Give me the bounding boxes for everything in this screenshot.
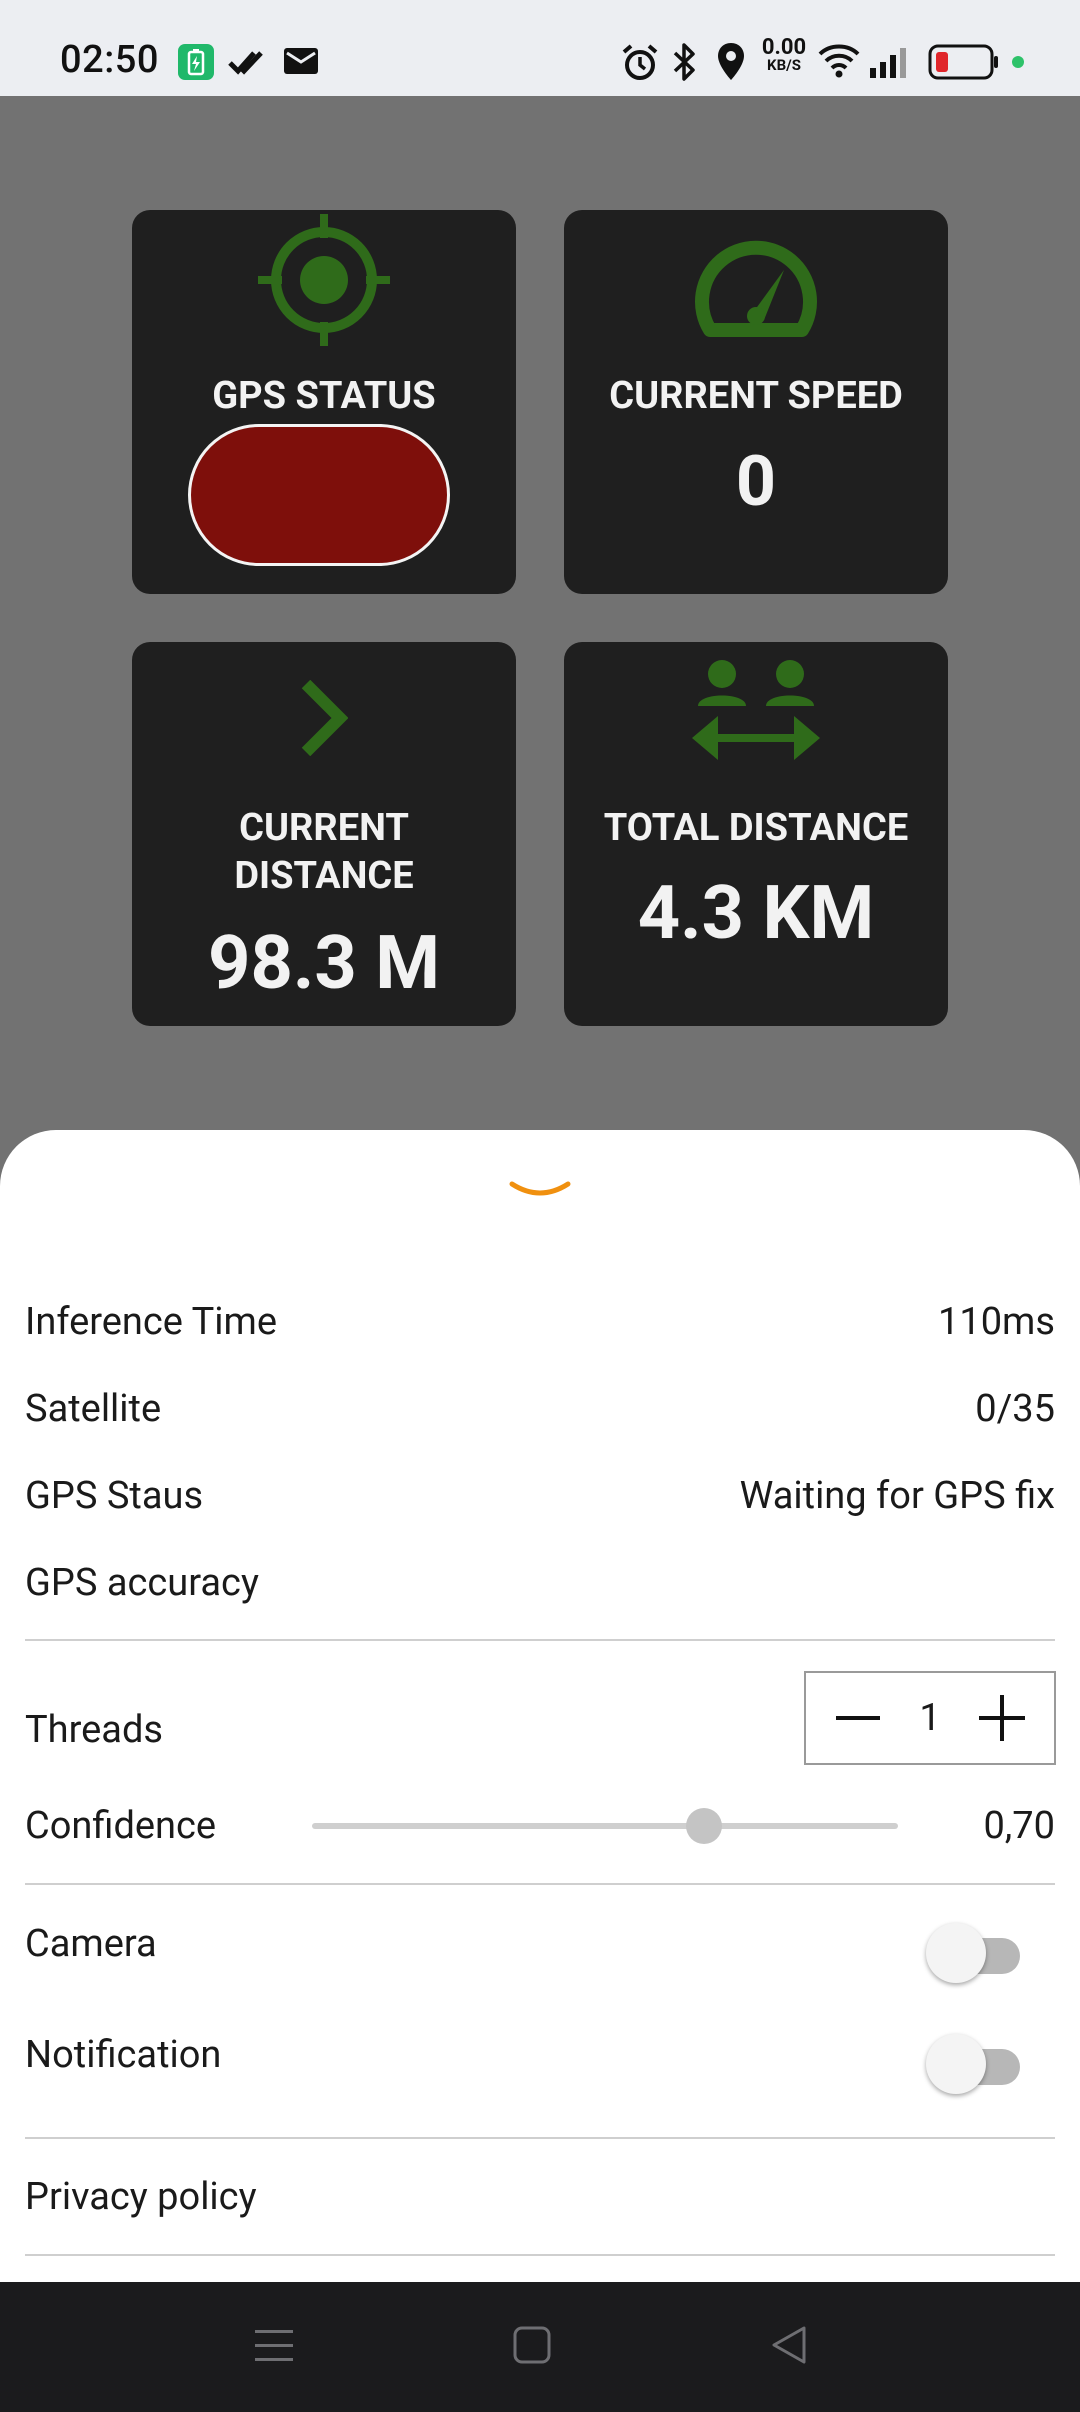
inference-time-label: Inference Time [25, 1300, 278, 1344]
current-distance-card: CURRENT DISTANCE 98.3 M [132, 642, 516, 1026]
settings-bottom-sheet: Inference Time 110ms Satellite 0/35 GPS … [0, 1130, 1080, 2282]
threads-stepper: 1 [804, 1671, 1056, 1765]
menu-icon[interactable] [255, 2326, 293, 2366]
battery-low-icon [928, 44, 998, 80]
threads-decrement-button[interactable] [830, 1690, 886, 1746]
status-time: 02:50 [60, 38, 159, 82]
home-icon[interactable] [513, 2325, 551, 2365]
current-speed-card: CURRENT SPEED 0 [564, 210, 948, 594]
network-speed-unit: KB/S [767, 56, 801, 74]
crosshair-icon [258, 214, 390, 346]
gps-status-card: GPS STATUS [132, 210, 516, 594]
plus-icon [978, 1695, 1025, 1741]
current-distance-title-line2: DISTANCE [234, 854, 414, 898]
divider [25, 2254, 1055, 2256]
total-distance-title: TOTAL DISTANCE [603, 806, 909, 850]
chevron-down-icon[interactable] [508, 1180, 572, 1206]
confidence-label: Confidence [25, 1804, 217, 1848]
network-speed: 0.00 KB/S [754, 37, 814, 74]
current-distance-value: 98.3 M [207, 920, 440, 1007]
wifi-icon [818, 44, 860, 78]
location-icon [718, 43, 744, 80]
confidence-slider-track[interactable] [312, 1823, 898, 1829]
inference-time-value: 110ms [937, 1300, 1055, 1344]
bluetooth-icon [673, 43, 695, 81]
divider [25, 1883, 1055, 1885]
divider [25, 2137, 1055, 2139]
gps-status-label: GPS Staus [25, 1474, 204, 1518]
notification-label: Notification [25, 2033, 222, 2077]
status-bar: 02:50 0.00 KB/S [0, 0, 1080, 96]
camera-row: Camera [25, 1920, 157, 1968]
inference-time-row: Inference Time 110ms [25, 1298, 1055, 1346]
alarm-icon [622, 44, 658, 80]
gps-status-row: GPS Staus Waiting for GPS fix [25, 1472, 1055, 1520]
total-distance-value: 4.3 KM [637, 870, 875, 957]
camera-toggle-knob [926, 1923, 986, 1983]
people-distance-icon [692, 660, 820, 760]
threads-label: Threads [25, 1708, 163, 1752]
divider [25, 1639, 1055, 1641]
privacy-policy-link[interactable]: Privacy policy [25, 2173, 257, 2221]
speedometer-icon [695, 240, 817, 337]
current-speed-title: CURRENT SPEED [609, 374, 903, 418]
total-distance-card: TOTAL DISTANCE 4.3 KM [564, 642, 948, 1026]
privacy-policy-label: Privacy policy [25, 2175, 257, 2219]
back-icon[interactable] [770, 2324, 808, 2366]
satellite-value: 0/35 [975, 1387, 1055, 1431]
mail-icon [284, 48, 318, 74]
gps-status-value: Waiting for GPS fix [739, 1474, 1055, 1518]
gps-status-indicator [188, 424, 450, 566]
camera-label: Camera [25, 1922, 157, 1966]
chevron-right-icon [301, 680, 348, 756]
confidence-value: 0,70 [983, 1804, 1055, 1848]
notification-toggle[interactable] [926, 2034, 1020, 2094]
current-distance-title-line1: CURRENT [239, 806, 409, 850]
satellite-label: Satellite [25, 1387, 162, 1431]
threads-row: Threads [25, 1706, 163, 1754]
done-all-icon [228, 51, 263, 75]
satellite-row: Satellite 0/35 [25, 1385, 1055, 1433]
notification-toggle-knob [926, 2034, 986, 2094]
battery-saver-icon [178, 44, 214, 80]
gps-accuracy-label: GPS accuracy [25, 1561, 259, 1605]
threads-value: 1 [919, 1696, 941, 1740]
minus-icon [836, 1716, 880, 1720]
notification-row: Notification [25, 2031, 221, 2079]
gps-accuracy-row: GPS accuracy [25, 1559, 1055, 1607]
camera-toggle[interactable] [926, 1923, 1020, 1983]
threads-increment-button[interactable] [974, 1690, 1030, 1746]
navigation-bar [0, 2282, 1080, 2412]
current-speed-value: 0 [735, 441, 777, 523]
signal-icon [870, 48, 906, 78]
gps-status-title: GPS STATUS [212, 374, 436, 418]
privacy-dot-icon [1012, 56, 1024, 68]
confidence-slider-thumb[interactable] [686, 1808, 723, 1844]
